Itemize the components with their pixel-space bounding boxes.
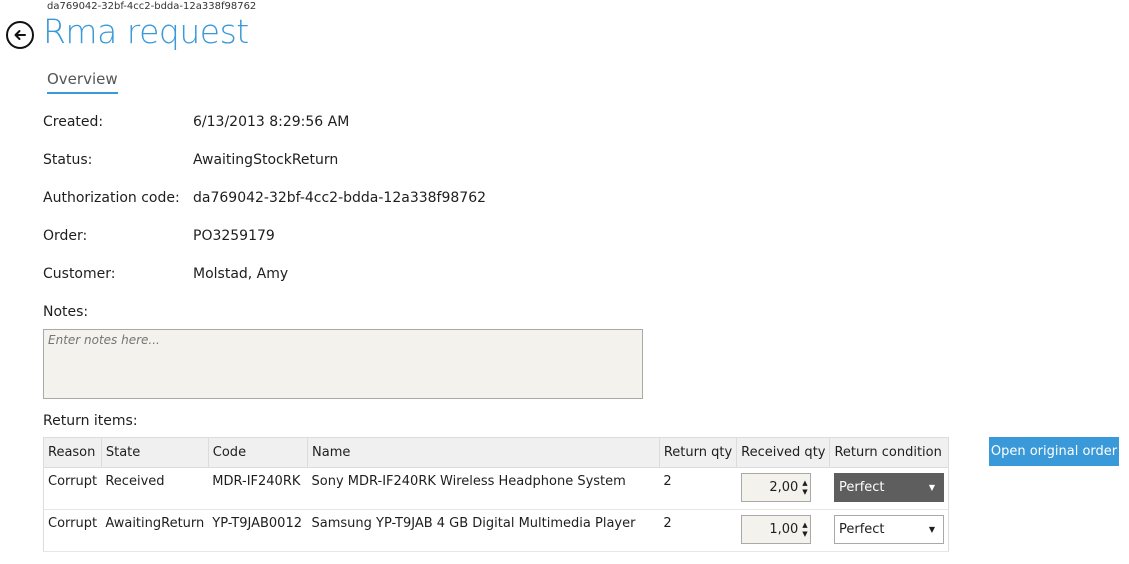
authorization-code-value: da769042-32bf-4cc2-bdda-12a338f98762 (193, 190, 487, 206)
return-condition-value: Perfect (838, 522, 885, 537)
chevron-down-icon: ▼ (928, 483, 935, 492)
rma-id-header: da769042-32bf-4cc2-bdda-12a338f98762 (47, 1, 257, 12)
cell-state: AwaitingReturn (101, 509, 209, 552)
customer-label: Customer: (43, 266, 116, 282)
received-qty-stepper[interactable]: 2,00 ▲ ▼ (740, 473, 811, 502)
received-qty-value: 2,00 (769, 480, 799, 495)
status-value: AwaitingStockReturn (193, 152, 339, 168)
cell-received-qty: 2,00 ▲ ▼ (736, 467, 830, 510)
created-value: 6/13/2013 8:29:56 AM (193, 114, 350, 130)
customer-value: Molstad, Amy (193, 266, 289, 282)
cell-return-condition: Perfect ▼ (829, 509, 949, 552)
cell-return-qty: 2 (659, 467, 737, 510)
column-header-received-qty[interactable]: Received qty (736, 437, 831, 468)
cell-state: Received (101, 467, 209, 510)
column-header-code[interactable]: Code (208, 437, 309, 468)
back-button[interactable] (6, 21, 34, 49)
cell-name: Sony MDR-IF240RK Wireless Headphone Syst… (307, 467, 660, 510)
order-label: Order: (43, 228, 88, 244)
return-condition-dropdown[interactable]: Perfect ▼ (833, 473, 944, 502)
cell-received-qty: 1,00 ▲ ▼ (736, 509, 830, 552)
increment-arrow-icon[interactable]: ▲ (802, 521, 807, 530)
page-title: Rma request (43, 12, 249, 51)
column-header-state[interactable]: State (101, 437, 209, 468)
return-condition-dropdown[interactable]: Perfect ▼ (833, 515, 944, 544)
chevron-down-icon: ▼ (928, 525, 935, 534)
column-header-return-condition[interactable]: Return condition (829, 437, 949, 468)
tab-overview[interactable]: Overview (47, 70, 118, 94)
column-header-reason[interactable]: Reason (43, 437, 102, 468)
column-header-name[interactable]: Name (307, 437, 660, 468)
received-qty-stepper[interactable]: 1,00 ▲ ▼ (740, 515, 811, 544)
return-items-label: Return items: (43, 413, 138, 429)
cell-reason: Corrupt (43, 467, 102, 510)
received-qty-value: 1,00 (769, 522, 799, 537)
cell-name: Samsung YP-T9JAB 4 GB Digital Multimedia… (307, 509, 660, 552)
notes-label: Notes: (43, 304, 89, 320)
table-row[interactable]: Corrupt AwaitingReturn YP-T9JAB0012 Sams… (43, 509, 949, 552)
table-row[interactable]: Corrupt Received MDR-IF240RK Sony MDR-IF… (43, 467, 949, 510)
cell-code: YP-T9JAB0012 (208, 509, 308, 552)
decrement-arrow-icon[interactable]: ▼ (802, 488, 807, 497)
decrement-arrow-icon[interactable]: ▼ (802, 530, 807, 539)
cell-reason: Corrupt (43, 509, 102, 552)
cell-return-qty: 2 (659, 509, 737, 552)
open-original-order-button[interactable]: Open original order (989, 437, 1119, 466)
cell-code: MDR-IF240RK (208, 467, 308, 510)
notes-input[interactable] (43, 329, 643, 399)
cell-return-condition: Perfect ▼ (829, 467, 949, 510)
column-header-return-qty[interactable]: Return qty (659, 437, 738, 468)
back-arrow-icon (14, 30, 26, 40)
authorization-code-label: Authorization code: (43, 190, 180, 206)
table-header-row: Reason State Code Name Return qty Receiv… (43, 437, 949, 468)
increment-arrow-icon[interactable]: ▲ (802, 479, 807, 488)
status-label: Status: (43, 152, 93, 168)
return-condition-value: Perfect (838, 480, 885, 495)
order-value: PO3259179 (193, 228, 275, 244)
created-label: Created: (43, 114, 104, 130)
return-items-table: Reason State Code Name Return qty Receiv… (43, 437, 949, 552)
